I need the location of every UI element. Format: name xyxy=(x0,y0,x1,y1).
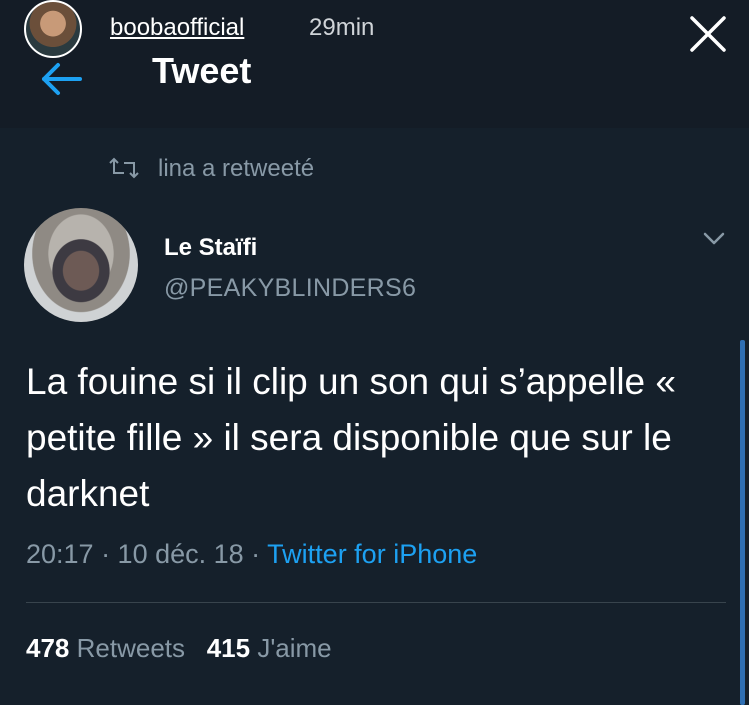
story-avatar[interactable] xyxy=(24,0,82,58)
tweet-stats: 478 Retweets 415 J'aime xyxy=(26,633,332,664)
avatar[interactable] xyxy=(24,208,138,322)
tweet-meta: 20:17 · 10 déc. 18 · Twitter for iPhone xyxy=(26,539,477,570)
author-handle[interactable]: @PEAKYBLINDERS6 xyxy=(164,274,416,303)
story-username[interactable]: boobaofficial xyxy=(110,14,244,42)
tweet-source-link[interactable]: Twitter for iPhone xyxy=(267,539,477,569)
arrow-left-icon[interactable] xyxy=(40,62,82,96)
page-title: Tweet xyxy=(152,50,252,91)
tweet-text: La fouine si il clip un son qui s’appell… xyxy=(26,361,676,514)
likes-count[interactable]: 415 xyxy=(207,633,250,663)
likes-label[interactable]: J'aime xyxy=(257,633,331,663)
story-frame: boobaofficial 29min Tweet lina a retweet… xyxy=(0,0,749,705)
close-icon[interactable] xyxy=(688,14,728,54)
chevron-down-icon[interactable] xyxy=(702,230,726,248)
scrollbar[interactable] xyxy=(740,340,745,705)
retweets-label[interactable]: Retweets xyxy=(77,633,185,663)
retweet-context[interactable]: lina a retweeté xyxy=(158,155,314,183)
story-timestamp: 29min xyxy=(309,14,375,41)
retweet-icon xyxy=(109,157,139,179)
author-name[interactable]: Le Staïfi xyxy=(164,234,257,262)
tweet-timestamp: 20:17 · 10 déc. 18 · xyxy=(26,539,268,569)
retweets-count[interactable]: 478 xyxy=(26,633,69,663)
divider xyxy=(26,602,726,603)
